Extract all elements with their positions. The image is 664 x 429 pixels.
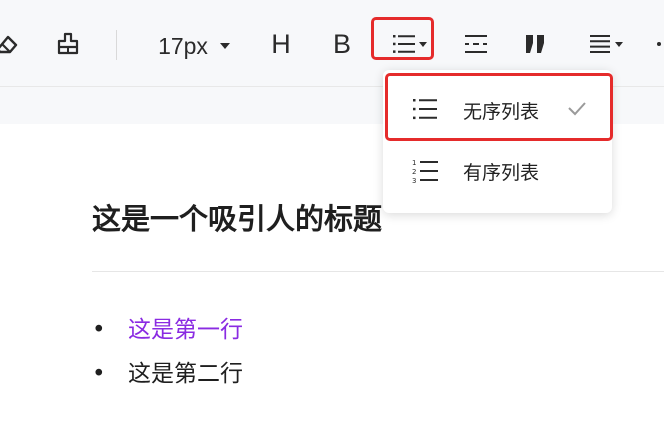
horizontal-rule-icon[interactable] bbox=[462, 24, 490, 64]
format-painter-icon[interactable] bbox=[54, 24, 82, 64]
svg-text:3: 3 bbox=[412, 177, 416, 185]
chevron-down-icon bbox=[614, 41, 623, 47]
blockquote-icon[interactable] bbox=[520, 24, 550, 64]
bold-button[interactable]: B bbox=[327, 24, 357, 64]
svg-text:1: 1 bbox=[412, 159, 416, 167]
font-size-value: 17px bbox=[158, 32, 208, 59]
list-item: • 这是第二行 bbox=[92, 354, 243, 388]
align-justify-icon bbox=[589, 35, 610, 53]
bold-label: B bbox=[332, 28, 351, 59]
document-title: 这是一个吸引人的标题 bbox=[92, 202, 383, 236]
menu-item-label: 有序列表 bbox=[463, 161, 540, 184]
highlight-box-unordered-list bbox=[385, 73, 613, 141]
toolbar-separator bbox=[116, 30, 117, 60]
list-item-text: 这是第二行 bbox=[128, 361, 243, 387]
title-divider bbox=[92, 271, 664, 272]
bullet-icon: • bbox=[92, 361, 106, 387]
list-item-text: 这是第一行 bbox=[128, 317, 243, 343]
heading-button[interactable]: H bbox=[266, 24, 296, 64]
svg-text:2: 2 bbox=[412, 168, 416, 176]
more-icon[interactable] bbox=[654, 24, 664, 64]
chevron-down-icon bbox=[219, 43, 230, 49]
align-button[interactable] bbox=[582, 24, 628, 64]
font-size-select[interactable]: 17px bbox=[148, 26, 240, 66]
heading-label: H bbox=[271, 28, 291, 59]
numbered-list-icon: 1 2 3 bbox=[412, 159, 438, 185]
menu-item-ordered-list[interactable]: 1 2 3 有序列表 bbox=[383, 143, 612, 199]
eraser-icon[interactable] bbox=[0, 24, 24, 64]
bullet-icon: • bbox=[92, 317, 106, 343]
highlight-box-list-button bbox=[371, 17, 434, 60]
list-item: • 这是第一行 bbox=[92, 310, 243, 344]
